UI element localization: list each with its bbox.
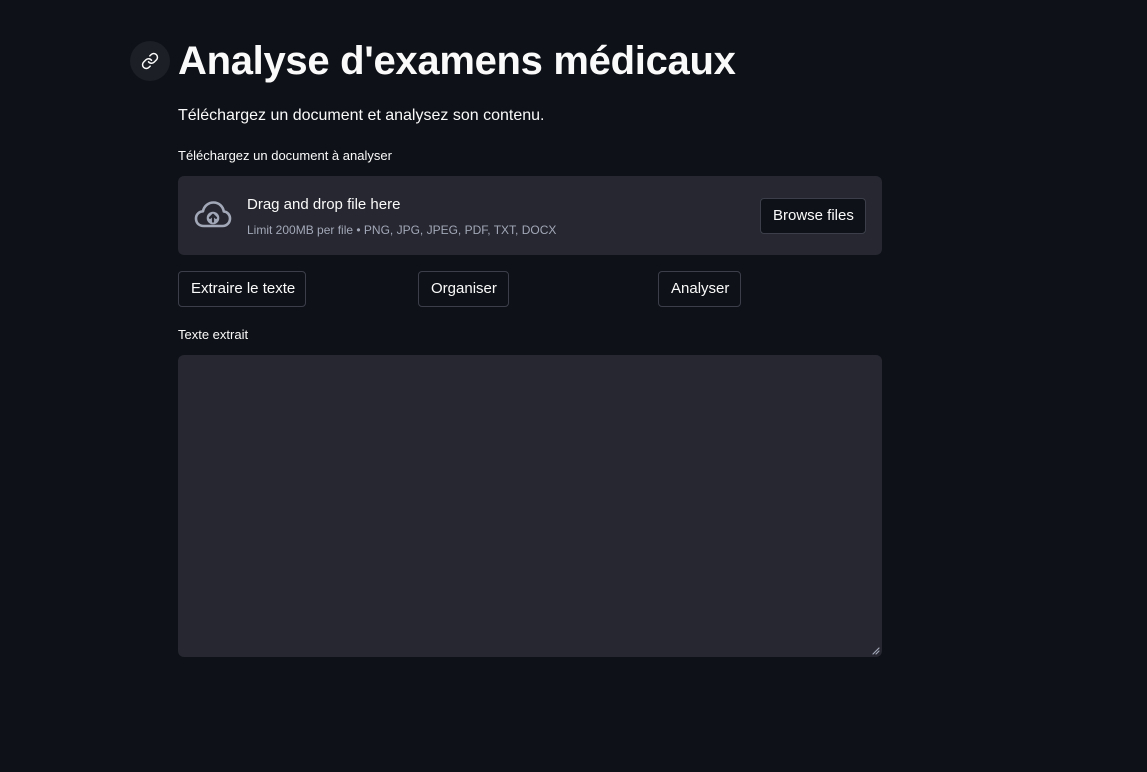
- cloud-upload-icon: [194, 201, 232, 228]
- dropzone-limit-text: Limit 200MB per file • PNG, JPG, JPEG, P…: [247, 223, 557, 237]
- extract-text-button[interactable]: Extraire le texte: [178, 271, 306, 307]
- page-title: Analyse d'examens médicaux: [178, 39, 736, 83]
- organize-button[interactable]: Organiser: [418, 271, 509, 307]
- link-icon: [141, 52, 159, 70]
- extracted-text-label: Texte extrait: [178, 327, 249, 342]
- analyze-button[interactable]: Analyser: [658, 271, 741, 307]
- header-anchor-link[interactable]: [130, 41, 170, 81]
- dropzone-title: Drag and drop file here: [247, 196, 401, 213]
- uploader-label: Téléchargez un document à analyser: [178, 148, 392, 163]
- intro-text: Téléchargez un document et analysez son …: [178, 107, 545, 124]
- resize-handle-icon[interactable]: [870, 645, 880, 655]
- extracted-text-area[interactable]: [178, 355, 882, 657]
- app-page: Analyse d'examens médicaux Téléchargez u…: [0, 0, 1147, 772]
- browse-files-button[interactable]: Browse files: [760, 198, 866, 234]
- file-dropzone[interactable]: Drag and drop file here Limit 200MB per …: [178, 176, 882, 255]
